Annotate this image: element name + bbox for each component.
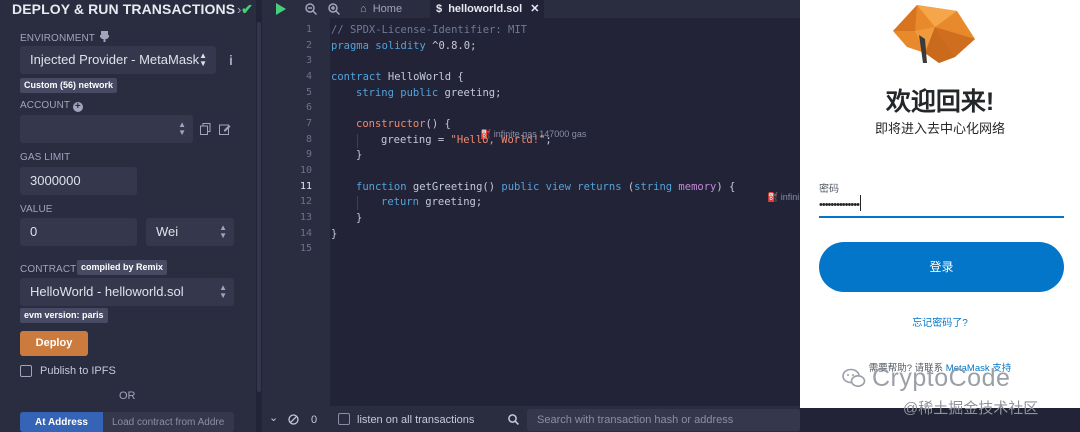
load-contract-input[interactable]: Load contract from Addre xyxy=(103,412,234,432)
line-number: 1 xyxy=(305,24,312,35)
gas-pump-icon: ⛽ xyxy=(767,192,779,202)
compiled-badge: compiled by Remix xyxy=(77,260,168,275)
account-select[interactable]: ▲ ▼ xyxy=(20,115,193,143)
line-number: 2 xyxy=(305,40,312,51)
plus-circle-icon[interactable]: + xyxy=(72,102,83,112)
clear-icon[interactable] xyxy=(288,414,299,425)
line-number: 15 xyxy=(299,243,312,254)
editor-tab-bar: ⌂ Home $ helloworld.sol ✕ xyxy=(262,0,800,18)
tab-helloworld-sol[interactable]: $ helloworld.sol ✕ xyxy=(430,0,544,18)
edit-icon[interactable] xyxy=(219,123,231,135)
transaction-search-input[interactable]: Search with transaction hash or address xyxy=(527,409,800,431)
code-line-4: contract HelloWorld { xyxy=(331,71,464,83)
search-icon xyxy=(508,414,519,425)
line-number: 6 xyxy=(305,102,312,113)
home-icon: ⌂ xyxy=(360,3,367,15)
zoom-out-icon[interactable] xyxy=(305,3,317,15)
code-line-11: function getGreeting() public view retur… xyxy=(356,181,736,193)
line-number: 9 xyxy=(305,149,312,160)
metamask-fox-logo xyxy=(893,5,975,63)
or-divider: OR xyxy=(119,390,136,402)
terminal-bar: ⌄ 0 listen on all transactions Search wi… xyxy=(262,406,800,432)
welcome-subtitle: 即将进入去中心化网络 xyxy=(874,121,1005,136)
contract-select[interactable]: HelloWorld - helloworld.sol ▲ ▼ xyxy=(20,278,234,306)
check-icon: ✔ xyxy=(241,1,253,17)
listen-label: listen on all transactions xyxy=(357,414,475,426)
deploy-button[interactable]: Deploy xyxy=(20,331,88,356)
plug-icon xyxy=(99,31,109,42)
line-number-current: 11 xyxy=(299,181,312,192)
double-chevron-down-icon[interactable]: ⌄ xyxy=(269,411,278,424)
info-icon[interactable]: i xyxy=(229,52,233,68)
metamask-unlock-popup: 欢迎回来! 即将进入去中心化网络 密码 •••••••••••••• 登录 忘记… xyxy=(800,0,1080,408)
gas-estimate-annotation-truncated: ⛽ infini xyxy=(767,192,800,202)
network-badge: Custom (56) network xyxy=(20,78,118,93)
select-arrows-icon: ▲ ▼ xyxy=(219,223,227,240)
environment-label: ENVIRONMENT xyxy=(20,31,109,44)
line-number: 3 xyxy=(305,55,312,66)
publish-ipfs-checkbox[interactable] xyxy=(20,365,32,377)
value-label: VALUE xyxy=(20,204,53,215)
line-number: 7 xyxy=(305,118,312,129)
run-icon[interactable] xyxy=(276,3,286,15)
select-arrows-icon: ▲ ▼ xyxy=(199,51,207,68)
publish-ipfs-label: Publish to IPFS xyxy=(40,365,116,377)
line-number: 8 xyxy=(305,134,312,145)
deploy-run-panel: DEPLOY & RUN TRANSACTIONS ✔ › ENVIRONMEN… xyxy=(0,0,256,432)
contract-label: CONTRACT xyxy=(20,264,77,275)
gas-limit-label: GAS LIMIT xyxy=(20,152,71,163)
welcome-title: 欢迎回来! xyxy=(885,88,995,116)
code-line-7: constructor() { xyxy=(356,118,451,130)
line-number: 10 xyxy=(299,165,312,176)
forgot-password-link[interactable]: 忘记密码了? xyxy=(800,314,1080,329)
line-number: 13 xyxy=(299,212,312,223)
code-line-8: greeting = "Hello, World!"; xyxy=(381,134,552,146)
zoom-in-icon[interactable] xyxy=(328,3,340,15)
code-editor[interactable]: 1 2 3 4 5 6 7 8 9 10 11 12 13 14 15 // S… xyxy=(262,18,800,406)
code-line-1: // SPDX-License-Identifier: MIT xyxy=(331,24,527,36)
panel-title: DEPLOY & RUN TRANSACTIONS ✔ xyxy=(12,1,253,17)
line-number: 4 xyxy=(305,71,312,82)
line-number: 5 xyxy=(305,87,312,98)
select-arrows-icon: ▲ ▼ xyxy=(178,120,186,137)
code-line-12: return greeting; xyxy=(381,196,483,208)
tab-home[interactable]: ⌂ Home xyxy=(352,0,432,18)
line-number: 14 xyxy=(299,228,312,239)
login-button[interactable]: 登录 xyxy=(819,242,1064,292)
line-number-gutter: 1 2 3 4 5 6 7 8 9 10 11 12 13 14 15 xyxy=(262,18,330,406)
juejin-watermark: @稀土掘金技术社区 xyxy=(903,400,1039,417)
solidity-file-icon: $ xyxy=(436,3,443,15)
cryptocode-watermark: CryptoCode xyxy=(842,364,1010,393)
account-label: ACCOUNT + xyxy=(20,100,83,112)
text-cursor xyxy=(859,195,861,211)
pending-tx-count: 0 xyxy=(311,414,318,426)
line-number: 12 xyxy=(299,196,312,207)
close-icon[interactable]: ✕ xyxy=(530,3,539,15)
code-line-5: string public greeting; xyxy=(356,87,502,99)
select-arrows-icon: ▲ ▼ xyxy=(219,283,227,300)
chevron-right-icon[interactable]: › xyxy=(237,2,241,17)
value-input[interactable]: 0 xyxy=(20,218,137,246)
password-input[interactable]: •••••••••••••• xyxy=(819,193,1064,218)
at-address-button[interactable]: At Address xyxy=(20,412,103,432)
evm-version-badge: evm version: paris xyxy=(20,308,108,323)
code-line-14: } xyxy=(331,228,338,240)
code-line-2: pragma solidity ^0.8.0; xyxy=(331,40,477,52)
listen-checkbox[interactable] xyxy=(338,413,350,425)
value-unit-select[interactable]: Wei ▲ ▼ xyxy=(146,218,234,246)
code-line-13: } xyxy=(356,212,363,224)
environment-select[interactable]: Injected Provider - MetaMask ▲ ▼ xyxy=(20,46,216,74)
code-line-9: } xyxy=(356,149,363,161)
gas-limit-input[interactable]: 3000000 xyxy=(20,167,137,195)
wechat-icon xyxy=(842,368,866,387)
copy-icon[interactable] xyxy=(200,123,211,135)
